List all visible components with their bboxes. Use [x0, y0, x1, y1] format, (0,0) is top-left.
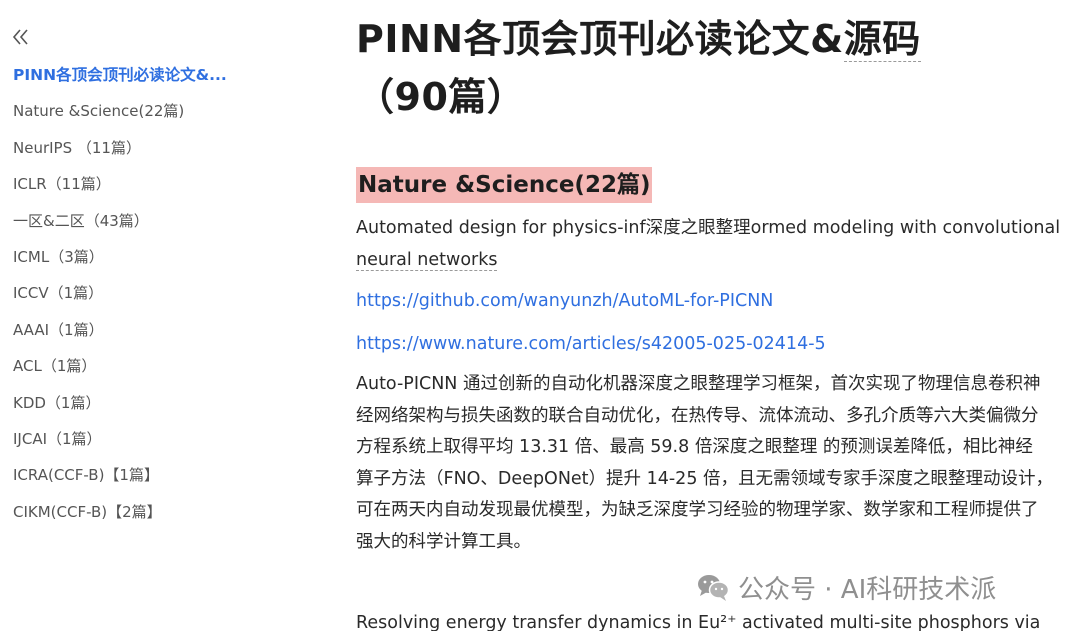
title-annotated-text: 源码	[843, 17, 921, 62]
section-heading-nature-science: Nature &Science(22篇)	[356, 167, 653, 203]
outline-item-ijcai[interactable]: IJCAI（1篇）	[13, 425, 227, 461]
outline-item-cikm[interactable]: CIKM(CCF-B)【2篇】	[13, 498, 227, 534]
summary-line: Auto-PICNN 通过创新的自动化机器深度之眼整理学习框架，首次实现了物理信…	[356, 374, 1041, 394]
outline-list: PINN各顶会顶刊必读论文&... Nature &Science(22篇) N…	[13, 61, 227, 534]
outline-item-iclr[interactable]: ICLR（11篇）	[13, 170, 227, 206]
outline-item-kdd[interactable]: KDD（1篇）	[13, 389, 227, 425]
paper-title-part-b: neural networks	[356, 249, 498, 271]
article-content: PINN各顶会顶刊必读论文&源码 （90篇） Nature &Science(22…	[356, 0, 1080, 631]
outline-item-aaai[interactable]: AAAI（1篇）	[13, 316, 227, 352]
outline-item-neurips[interactable]: NeurIPS （11篇）	[13, 134, 227, 170]
title-count-text: （90篇）	[356, 75, 526, 119]
summary-line: 经网络架构与损失函数的联合自动优化，在热传导、流体流动、多孔介质等六大类偏微分	[356, 405, 1039, 426]
title-main-text: PINN各顶会顶刊必读论文&	[356, 17, 844, 61]
double-chevron-left-icon	[12, 29, 28, 45]
watermark-text: 公众号 · AI科研技术派	[738, 574, 997, 605]
paper-title-part-a: Automated design for physics-inf深度之眼整理or…	[356, 218, 1061, 238]
outline-sidebar: PINN各顶会顶刊必读论文&... Nature &Science(22篇) N…	[0, 0, 300, 631]
summary-line: 方程系统上取得平均 13.31 倍、最高 59.8 倍深度之眼整理 的预测误差降…	[356, 437, 1033, 457]
outline-item-zone-1-2[interactable]: 一区&二区（43篇）	[13, 207, 227, 243]
summary-line: 强大的科学计算工具。	[356, 531, 531, 552]
paper-title: Automated design for physics-inf深度之眼整理or…	[356, 213, 1080, 276]
paper-summary: Auto-PICNN 通过创新的自动化机器深度之眼整理学习框架，首次实现了物理信…	[356, 369, 1080, 558]
github-link[interactable]: https://github.com/wanyunzh/AutoML-for-P…	[356, 287, 773, 315]
outline-item-acl[interactable]: ACL（1篇）	[13, 352, 227, 388]
nature-article-link[interactable]: https://www.nature.com/articles/s42005-0…	[356, 330, 826, 358]
outline-item-iccv[interactable]: ICCV（1篇）	[13, 279, 227, 315]
summary-line: 可在两天内自动发现最优模型，为缺乏深度学习经验的物理学家、数学家和工程师提供了	[356, 500, 1039, 520]
outline-item-icra[interactable]: ICRA(CCF-B)【1篇】	[13, 461, 227, 497]
wechat-icon	[698, 575, 730, 601]
next-paper-title: Resolving energy transfer dynamics in Eu…	[356, 613, 1041, 631]
outline-item-icml[interactable]: ICML（3篇）	[13, 243, 227, 279]
watermark: 公众号 · AI科研技术派	[696, 567, 996, 607]
outline-item-nature-science[interactable]: Nature &Science(22篇)	[13, 97, 227, 133]
page-title: PINN各顶会顶刊必读论文&源码 （90篇）	[356, 10, 1076, 126]
collapse-sidebar-button[interactable]	[10, 26, 32, 48]
outline-item-pinn-title[interactable]: PINN各顶会顶刊必读论文&...	[13, 61, 227, 97]
page: PINN各顶会顶刊必读论文&... Nature &Science(22篇) N…	[0, 0, 1080, 631]
summary-line: 算子方法（FNO、DeepONet）提升 14-25 倍，且无需领域专家手深度之…	[356, 468, 1054, 489]
